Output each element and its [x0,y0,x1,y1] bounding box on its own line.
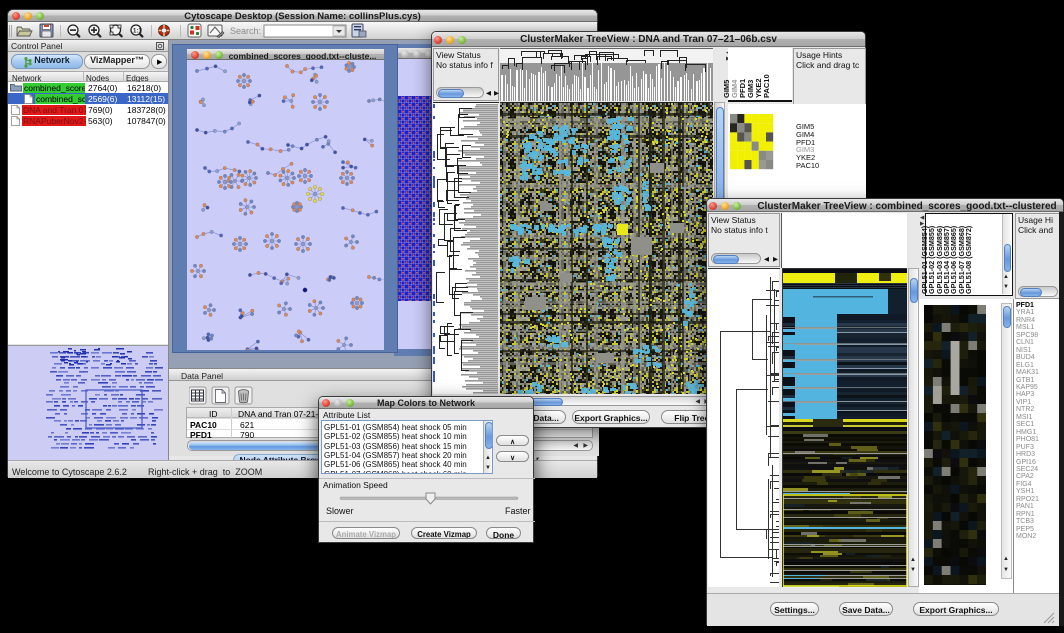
svg-text:Search:: Search: [230,26,261,36]
